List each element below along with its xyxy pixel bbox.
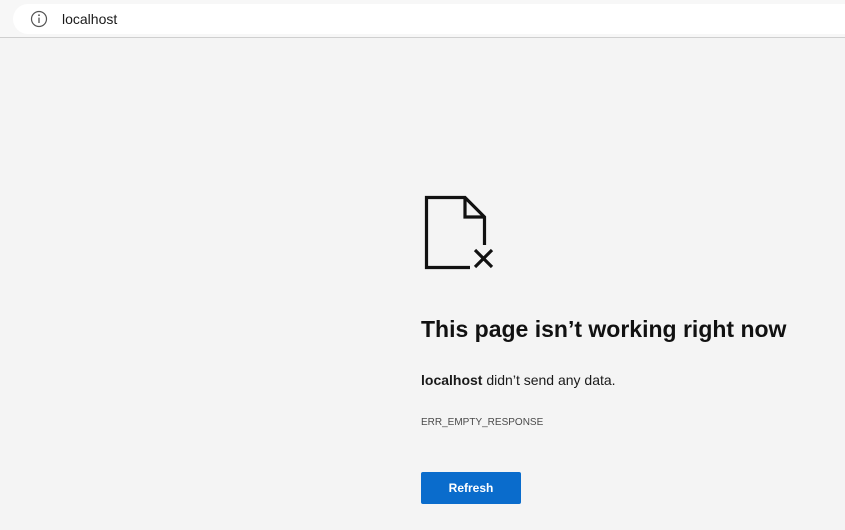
error-message-host: localhost	[421, 372, 483, 388]
browser-toolbar: localhost	[0, 0, 845, 38]
page-title: This page isn’t working right now	[421, 316, 787, 342]
error-message: localhost didn’t send any data.	[421, 372, 616, 388]
broken-document-icon	[424, 195, 496, 271]
error-message-text: didn’t send any data.	[482, 372, 616, 388]
address-bar[interactable]: localhost	[13, 4, 845, 34]
refresh-button[interactable]: Refresh	[421, 472, 521, 504]
url-text[interactable]: localhost	[62, 10, 117, 28]
info-icon[interactable]	[30, 10, 48, 28]
error-code: ERR_EMPTY_RESPONSE	[421, 417, 544, 428]
